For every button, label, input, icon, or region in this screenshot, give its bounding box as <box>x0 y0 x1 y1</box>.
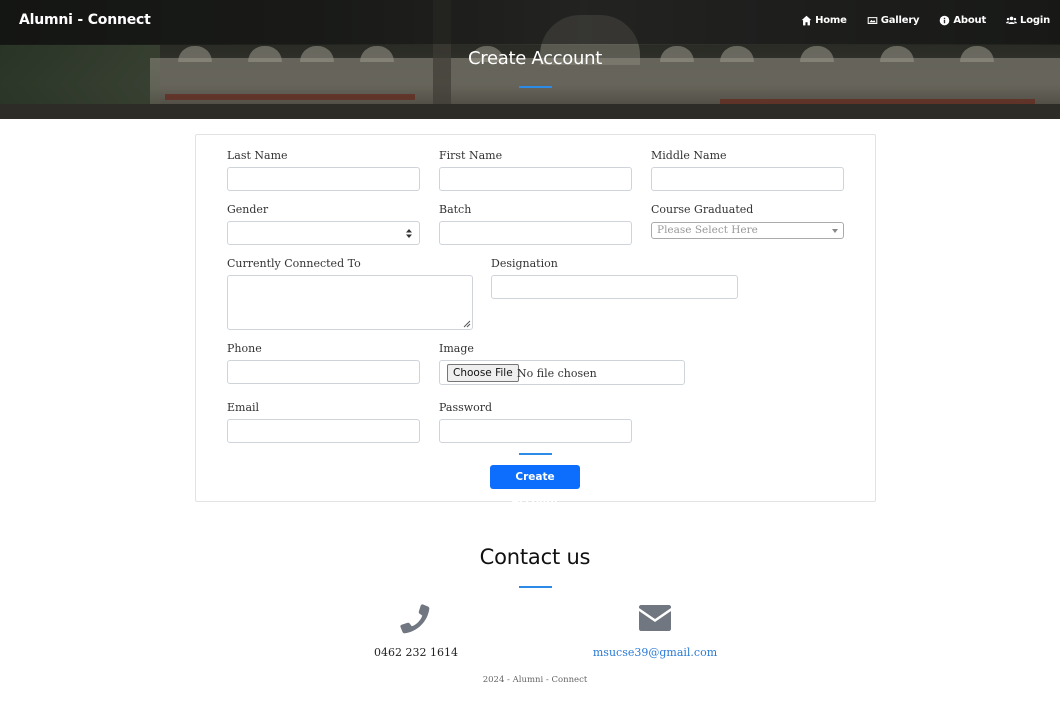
create-account-button[interactable]: Create Account <box>490 465 580 507</box>
contact-title: Contact us <box>479 545 591 569</box>
gender-label: Gender <box>227 203 269 216</box>
email-label: Email <box>227 401 260 414</box>
course-placeholder: Please Select Here <box>657 224 758 236</box>
choose-file-button[interactable]: Choose File <box>447 364 519 382</box>
nav-menu: Home Gallery About Login <box>801 15 1050 26</box>
connected-label: Currently Connected To <box>227 257 361 270</box>
last-name-label: Last Name <box>227 149 288 162</box>
contact-email-link[interactable]: msucse39@gmail.com <box>575 646 735 659</box>
select-arrows-icon <box>406 229 412 238</box>
form-divider <box>519 453 552 455</box>
nav-gallery[interactable]: Gallery <box>867 15 920 26</box>
resize-handle-icon[interactable] <box>463 320 471 328</box>
page-title: Create Account <box>467 48 602 69</box>
first-name-label: First Name <box>439 149 503 162</box>
envelope-icon <box>639 605 671 631</box>
designation-input[interactable] <box>491 275 738 299</box>
middle-name-input[interactable] <box>651 167 844 191</box>
nav-login[interactable]: Login <box>1006 15 1050 26</box>
home-icon <box>801 15 812 26</box>
last-name-input[interactable] <box>227 167 420 191</box>
designation-label: Designation <box>491 257 558 270</box>
image-file-input[interactable]: Choose File No file chosen <box>439 360 685 385</box>
password-input[interactable] <box>439 419 632 443</box>
gender-select[interactable] <box>227 221 420 245</box>
image-label: Image <box>439 342 474 355</box>
batch-input[interactable] <box>439 221 632 245</box>
nav-about-label: About <box>953 15 987 26</box>
navbar: Alumni - Connect Home Gallery About Logi… <box>0 0 1060 44</box>
image-icon <box>867 17 878 24</box>
connected-textarea[interactable] <box>227 275 473 330</box>
nav-home-label: Home <box>815 15 847 26</box>
nav-login-label: Login <box>1020 15 1050 26</box>
no-file-text: No file chosen <box>517 367 597 380</box>
contact-phone: 0462 232 1614 <box>374 646 458 659</box>
info-icon <box>940 15 950 26</box>
middle-name-label: Middle Name <box>651 149 727 162</box>
nav-about[interactable]: About <box>939 15 986 26</box>
password-label: Password <box>439 401 493 414</box>
email-input[interactable] <box>227 419 420 443</box>
title-underline <box>519 86 552 88</box>
first-name-input[interactable] <box>439 167 632 191</box>
course-select[interactable]: Please Select Here <box>651 222 844 239</box>
phone-icon <box>400 604 430 634</box>
nav-home[interactable]: Home <box>801 15 847 26</box>
footer-copyright: 2024 - Alumni - Connect <box>482 675 588 685</box>
phone-input[interactable] <box>227 360 420 384</box>
course-label: Course Graduated <box>651 203 754 216</box>
phone-label: Phone <box>227 342 262 355</box>
brand-logo[interactable]: Alumni - Connect <box>19 12 151 28</box>
nav-gallery-label: Gallery <box>880 15 920 26</box>
batch-label: Batch <box>439 203 472 216</box>
caret-down-icon <box>832 229 838 233</box>
contact-underline <box>519 586 552 588</box>
hero-banner: Alumni - Connect Home Gallery About Logi… <box>0 0 1060 119</box>
users-icon <box>1006 16 1018 24</box>
